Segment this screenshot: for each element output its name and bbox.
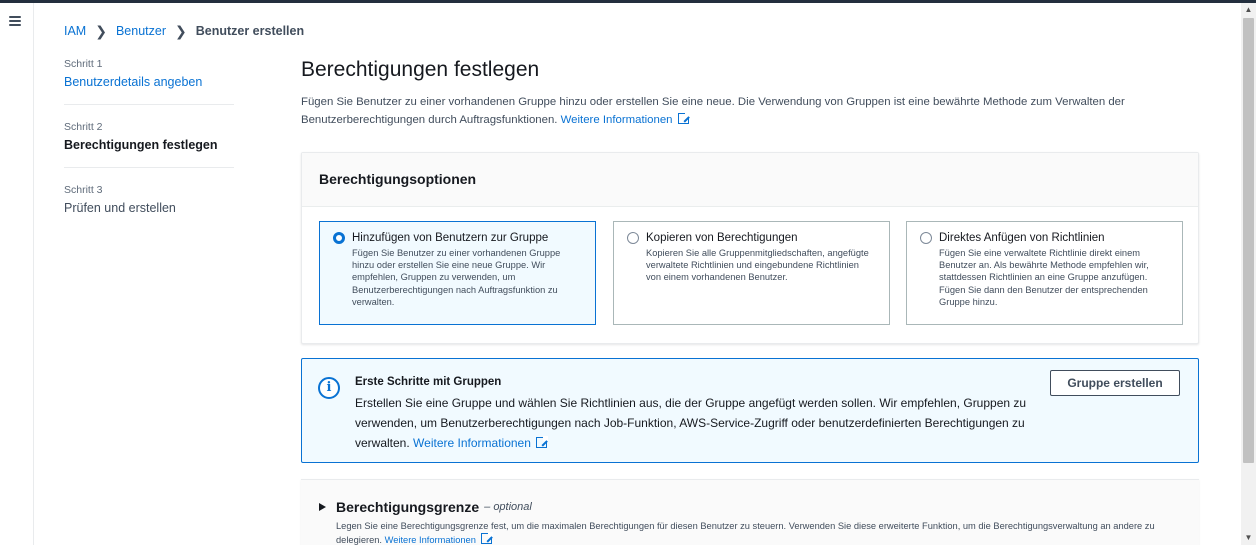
breadcrumb-users[interactable]: Benutzer: [116, 24, 166, 38]
option-title: Kopieren von Berechtigungen: [646, 232, 798, 244]
learn-more-label: Weitere Informationen: [413, 436, 531, 450]
external-link-icon: [480, 532, 493, 544]
step-3: Schritt 3 Prüfen und erstellen: [64, 184, 234, 230]
step-1: Schritt 1 Benutzerdetails angeben: [64, 58, 234, 105]
info-title: Erste Schritte mit Gruppen: [355, 376, 502, 388]
scroll-up-icon[interactable]: ▲: [1241, 3, 1256, 17]
info-icon: i: [318, 377, 340, 399]
page-title: Berechtigungen festlegen: [301, 58, 540, 81]
step-number: Schritt 1: [64, 58, 103, 70]
option-description: Kopieren Sie alle Gruppenmitgliedschafte…: [646, 248, 869, 283]
radio-selected-icon[interactable]: [333, 232, 345, 244]
scroll-down-icon[interactable]: ▼: [1241, 531, 1256, 545]
boundary-description: Legen Sie eine Berechtigungsgrenze fest,…: [336, 520, 1186, 545]
info-learn-more-link[interactable]: Weitere Informationen: [413, 436, 548, 450]
top-bar: [0, 0, 1256, 3]
boundary-learn-more-link[interactable]: Weitere Informationen: [384, 532, 493, 545]
learn-more-label: Weitere Informationen: [384, 535, 476, 545]
wizard-steps: Schritt 1 Benutzerdetails angeben Schrit…: [64, 58, 234, 246]
step-link-user-details[interactable]: Benutzerdetails angeben: [64, 75, 234, 89]
option-title: Hinzufügen von Benutzern zur Gruppe: [352, 232, 549, 244]
permission-boundary-section: Berechtigungsgrenze – optional Legen Sie…: [301, 479, 1199, 545]
main-content: Berechtigungen festlegen Fügen Sie Benut…: [301, 58, 1199, 545]
side-nav-rail: [0, 3, 34, 545]
scrollbar-thumb[interactable]: [1243, 18, 1254, 463]
option-add-to-group[interactable]: Hinzufügen von Benutzern zur Gruppe Füge…: [319, 221, 596, 325]
panel-heading: Berechtigungsoptionen: [302, 153, 1198, 207]
step-label-permissions: Berechtigungen festlegen: [64, 138, 218, 152]
permission-option-tiles: Hinzufügen von Benutzern zur Gruppe Füge…: [319, 221, 1183, 325]
permission-options-panel: Berechtigungsoptionen Hinzufügen von Ben…: [301, 152, 1199, 344]
step-number: Schritt 2: [64, 121, 103, 133]
page-description-text: Fügen Sie Benutzer zu einer vorhandenen …: [301, 96, 1125, 126]
external-link-icon: [677, 112, 690, 124]
option-copy-permissions[interactable]: Kopieren von Berechtigungen Kopieren Sie…: [613, 221, 890, 325]
learn-more-link[interactable]: Weitere Informationen: [560, 112, 690, 126]
create-group-button[interactable]: Gruppe erstellen: [1050, 370, 1180, 396]
option-description: Fügen Sie eine verwaltete Richtlinie dir…: [939, 248, 1149, 307]
caret-right-icon: [319, 503, 326, 511]
permission-boundary-toggle[interactable]: Berechtigungsgrenze – optional: [319, 499, 532, 515]
page-description: Fügen Sie Benutzer zu einer vorhandenen …: [301, 93, 1191, 129]
menu-icon[interactable]: [9, 16, 21, 26]
option-attach-policies[interactable]: Direktes Anfügen von Richtlinien Fügen S…: [906, 221, 1183, 325]
optional-label: – optional: [484, 501, 532, 513]
learn-more-label: Weitere Informationen: [560, 114, 673, 126]
chevron-right-icon: ❯: [175, 23, 187, 39]
vertical-scrollbar[interactable]: ▲ ▼: [1241, 3, 1256, 545]
info-text: Erstellen Sie eine Gruppe und wählen Sie…: [355, 393, 1045, 453]
chevron-right-icon: ❯: [95, 23, 107, 39]
step-label-review: Prüfen und erstellen: [64, 201, 176, 215]
step-2: Schritt 2 Berechtigungen festlegen: [64, 121, 234, 168]
breadcrumb-current: Benutzer erstellen: [195, 24, 305, 38]
boundary-title: Berechtigungsgrenze: [336, 499, 480, 515]
radio-icon[interactable]: [920, 232, 932, 244]
groups-info-alert: i Erste Schritte mit Gruppen Erstellen S…: [301, 358, 1199, 463]
radio-icon[interactable]: [627, 232, 639, 244]
option-title: Direktes Anfügen von Richtlinien: [939, 232, 1105, 244]
external-link-icon: [535, 436, 548, 448]
step-number: Schritt 3: [64, 184, 103, 196]
breadcrumb-iam[interactable]: IAM: [64, 24, 86, 38]
option-description: Fügen Sie Benutzer zu einer vorhandenen …: [352, 248, 561, 307]
breadcrumb: IAM ❯ Benutzer ❯ Benutzer erstellen: [64, 24, 304, 38]
